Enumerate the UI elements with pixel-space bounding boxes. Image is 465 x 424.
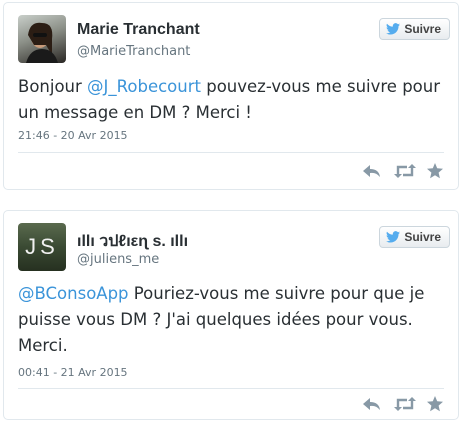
retweet-icon[interactable] bbox=[394, 396, 416, 412]
divider bbox=[18, 152, 444, 153]
follow-button[interactable]: Suivre bbox=[379, 226, 450, 248]
mention-link[interactable]: @J_Robecourt bbox=[87, 77, 201, 96]
avatar-photo bbox=[26, 22, 58, 63]
avatar[interactable] bbox=[18, 15, 66, 63]
divider bbox=[18, 388, 444, 389]
reply-icon[interactable] bbox=[362, 163, 382, 179]
tweet-text: Bonjour @J_Robecourt pouvez-vous me suiv… bbox=[18, 74, 444, 126]
tweet-text: @BConsoApp Pouriez-vous me suivre pour q… bbox=[18, 281, 444, 359]
user-handle[interactable]: @MarieTranchant bbox=[77, 44, 190, 59]
tweet-actions bbox=[362, 163, 446, 179]
favorite-icon[interactable] bbox=[426, 163, 446, 179]
tweet-actions bbox=[362, 396, 446, 412]
avatar[interactable]: JS bbox=[18, 223, 66, 271]
user-name[interactable]: ıllı วปℓıεɳ s. ıllı bbox=[77, 229, 188, 254]
reply-icon[interactable] bbox=[362, 396, 382, 412]
timestamp[interactable]: 21:46 - 20 Avr 2015 bbox=[18, 129, 128, 142]
mention-link[interactable]: @BConsoApp bbox=[18, 284, 129, 303]
timestamp[interactable]: 00:41 - 21 Avr 2015 bbox=[18, 366, 128, 379]
retweet-icon[interactable] bbox=[394, 163, 416, 179]
tweet-card-1: Marie Tranchant @MarieTranchant Suivre B… bbox=[3, 2, 459, 190]
favorite-icon[interactable] bbox=[426, 396, 446, 412]
twitter-bird-icon bbox=[386, 231, 401, 243]
tweet-text-prefix: Bonjour bbox=[18, 77, 88, 96]
follow-label: Suivre bbox=[404, 230, 441, 244]
twitter-bird-icon bbox=[386, 23, 401, 35]
user-handle[interactable]: @juliens_me bbox=[77, 252, 159, 267]
tweet-card-2: JS ıllı วปℓıεɳ s. ıllı @juliens_me Suivr… bbox=[3, 210, 459, 420]
user-name[interactable]: Marie Tranchant bbox=[77, 21, 200, 39]
follow-label: Suivre bbox=[404, 22, 441, 36]
follow-button[interactable]: Suivre bbox=[379, 18, 450, 40]
